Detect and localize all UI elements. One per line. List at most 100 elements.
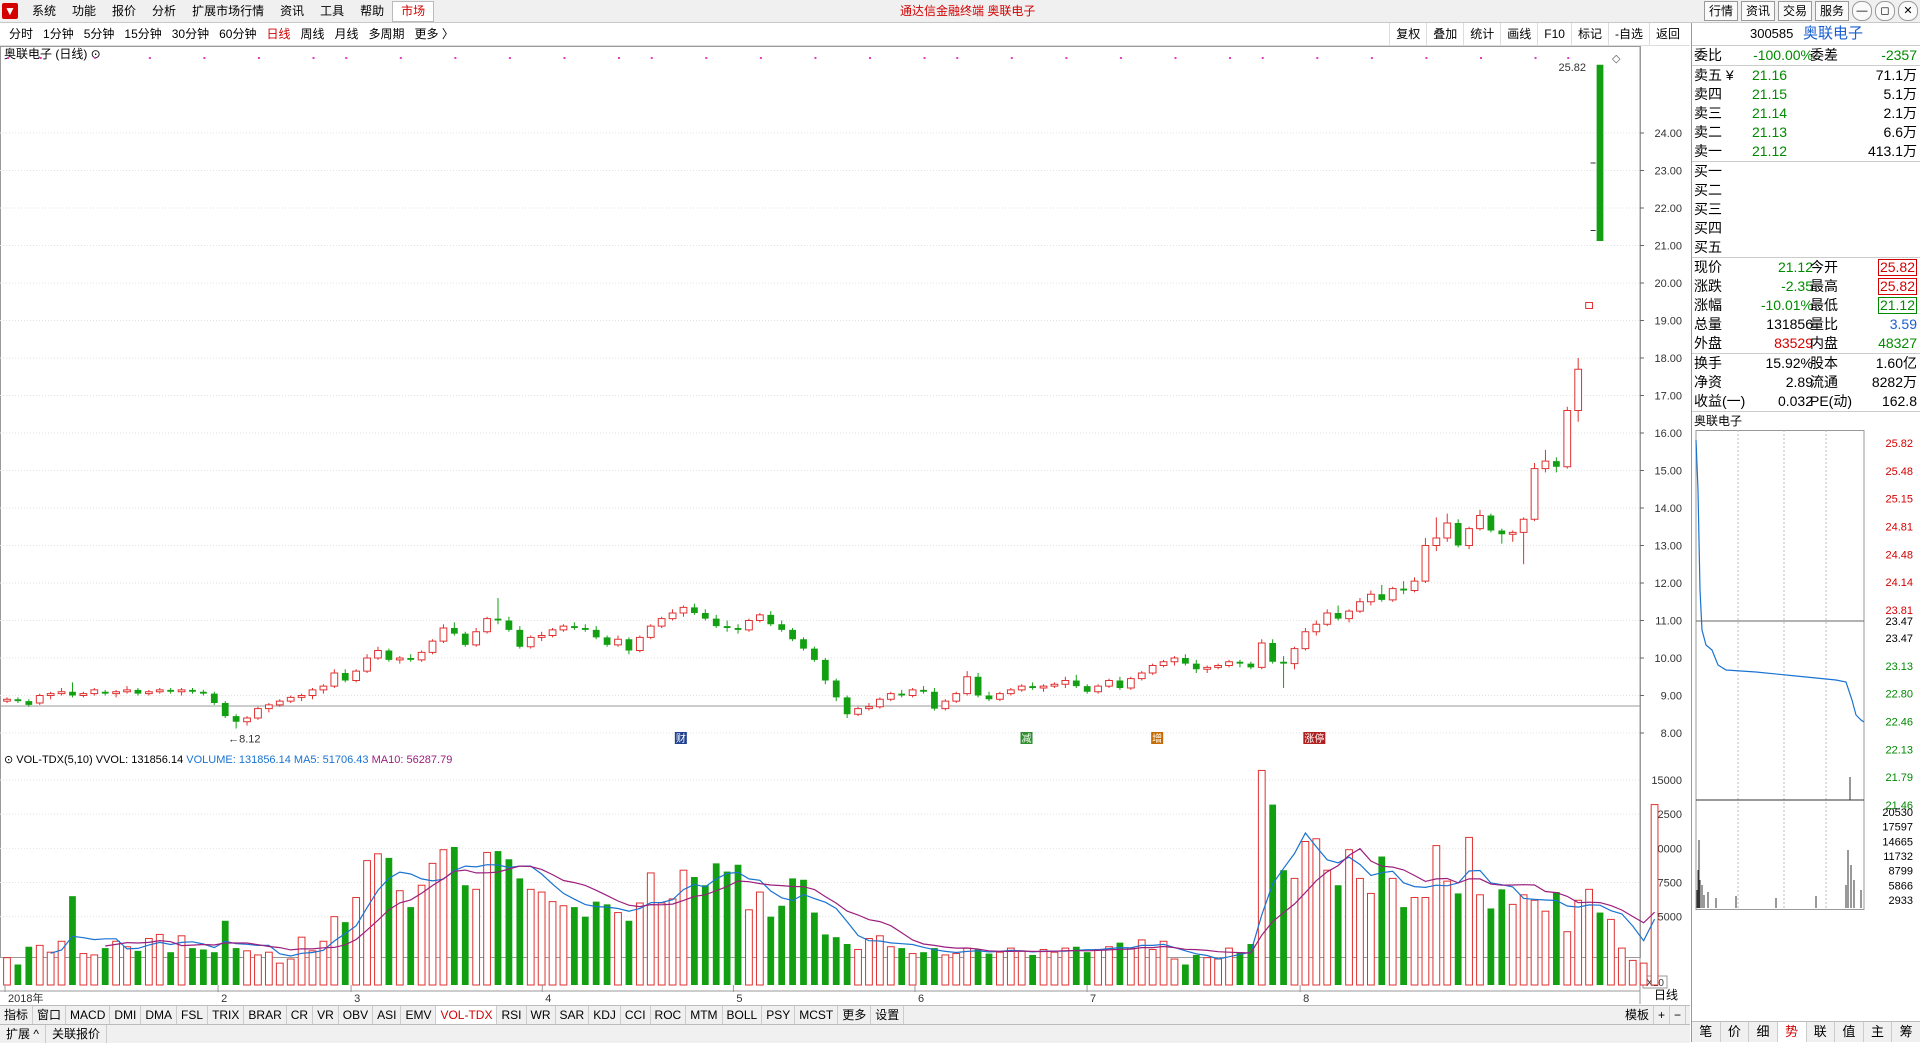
volume-bar[interactable]	[264, 951, 273, 986]
volume-bar[interactable]	[1182, 964, 1189, 986]
candle[interactable]	[1432, 517, 1441, 552]
candle[interactable]	[177, 688, 186, 696]
candle[interactable]	[439, 624, 448, 643]
volume-bar[interactable]	[308, 950, 317, 986]
quote-tab-5[interactable]: 值	[1835, 1022, 1864, 1042]
indicator-tab-1[interactable]: 窗口	[33, 1006, 67, 1024]
quote-tab-2[interactable]: 细	[1749, 1022, 1778, 1042]
volume-bar[interactable]	[1519, 894, 1528, 986]
volume-bar[interactable]	[1476, 894, 1484, 986]
menu-item-0[interactable]: 系统	[24, 0, 64, 22]
candle[interactable]	[974, 673, 982, 698]
volume-bar[interactable]	[1083, 952, 1091, 985]
volume-bar[interactable]	[1530, 899, 1539, 986]
indicator-control-1[interactable]: +	[1654, 1006, 1670, 1024]
volume-bar[interactable]	[843, 944, 851, 985]
volume-bar[interactable]	[1563, 931, 1572, 986]
volume-bar[interactable]	[1574, 899, 1583, 986]
candle[interactable]	[385, 648, 393, 662]
volume-bar[interactable]	[985, 953, 993, 985]
candle[interactable]	[548, 628, 557, 638]
period-tab-0[interactable]: 分时	[4, 23, 38, 45]
volume-bar[interactable]	[1378, 856, 1386, 985]
volume-bar[interactable]	[854, 948, 862, 986]
top-button-2[interactable]: 交易	[1777, 1, 1812, 21]
volume-bar[interactable]	[167, 952, 175, 985]
candle[interactable]	[472, 628, 481, 647]
market-tab[interactable]: 市场	[392, 1, 435, 22]
candle[interactable]	[1094, 684, 1102, 694]
volume-bar[interactable]	[417, 884, 426, 986]
candle[interactable]	[330, 669, 339, 688]
candle[interactable]	[1530, 463, 1539, 522]
volume-bar[interactable]	[908, 953, 917, 986]
candle[interactable]	[712, 614, 720, 628]
candle[interactable]	[90, 688, 99, 696]
candle[interactable]	[395, 656, 404, 664]
app-logo-icon[interactable]: ▼	[2, 3, 18, 19]
candle[interactable]	[1366, 590, 1375, 606]
ask-row[interactable]: 卖三 21.14 2.1万	[1692, 104, 1920, 123]
volume-bar[interactable]	[79, 953, 88, 986]
candle[interactable]	[1148, 663, 1157, 675]
volume-bar[interactable]	[679, 869, 688, 986]
candle[interactable]	[428, 639, 437, 655]
candle[interactable]	[505, 616, 513, 632]
volume-bar[interactable]	[1443, 880, 1452, 986]
bid-row[interactable]: 买一	[1692, 162, 1920, 181]
ask-row[interactable]: 卖五 ¥ 21.16 71.1万	[1692, 66, 1920, 85]
chart-tool-4[interactable]: F10	[1537, 23, 1571, 45]
candle[interactable]	[559, 624, 568, 632]
volume-bar[interactable]	[1628, 959, 1637, 986]
volume-bar[interactable]	[1094, 948, 1102, 986]
volume-bar[interactable]	[537, 891, 546, 986]
candle[interactable]	[319, 684, 328, 694]
volume-bar[interactable]	[1465, 836, 1473, 986]
volume-bar[interactable]	[1607, 918, 1615, 986]
candle[interactable]	[646, 624, 655, 640]
candle[interactable]	[1378, 584, 1386, 602]
candle[interactable]	[920, 686, 927, 694]
indicator-tab-4[interactable]: DMA	[141, 1006, 178, 1024]
candle[interactable]	[1574, 358, 1583, 422]
period-tab-3[interactable]: 15分钟	[119, 23, 166, 45]
candle[interactable]	[570, 622, 578, 630]
volume-bar[interactable]	[1290, 877, 1299, 986]
candle[interactable]	[450, 622, 458, 636]
period-tab-4[interactable]: 30分钟	[167, 23, 214, 45]
period-tab-2[interactable]: 5分钟	[79, 23, 120, 45]
volume-bar[interactable]	[297, 936, 306, 986]
quote-tab-0[interactable]: 笔	[1692, 1022, 1721, 1042]
volume-bar[interactable]	[723, 871, 731, 985]
period-tab-1[interactable]: 1分钟	[38, 23, 79, 45]
volume-bar[interactable]	[570, 907, 578, 985]
menu-item-4[interactable]: 扩展市场行情	[184, 0, 272, 22]
candle[interactable]	[1410, 577, 1419, 593]
volume-bar[interactable]	[996, 951, 1004, 986]
indicator-tab-22[interactable]: PSY	[762, 1006, 796, 1024]
menu-item-2[interactable]: 报价	[104, 0, 144, 22]
candle[interactable]	[1301, 628, 1310, 651]
candle[interactable]	[1465, 526, 1473, 550]
volume-bar[interactable]	[516, 878, 524, 985]
volume-bar[interactable]	[221, 920, 229, 985]
volume-bar[interactable]	[875, 935, 884, 986]
top-button-1[interactable]: 资讯	[1740, 1, 1775, 21]
indicator-control-2[interactable]: −	[1670, 1006, 1686, 1024]
candle[interactable]	[1006, 688, 1015, 696]
candle[interactable]	[1269, 639, 1277, 664]
candle[interactable]	[908, 688, 917, 698]
candle[interactable]	[1159, 659, 1168, 668]
quote-tab-6[interactable]: 主	[1864, 1022, 1893, 1042]
volume-bar[interactable]	[646, 872, 655, 986]
volume-bar[interactable]	[363, 860, 371, 986]
candle[interactable]	[1029, 682, 1037, 690]
volume-bar[interactable]	[1072, 946, 1080, 985]
candle[interactable]	[1170, 656, 1179, 666]
candle[interactable]	[1388, 586, 1397, 602]
bid-row[interactable]: 买三	[1692, 200, 1920, 219]
indicator-tab-13[interactable]: VOL-TDX	[436, 1006, 498, 1024]
indicator-control-0[interactable]: 模板	[1621, 1006, 1654, 1024]
indicator-tab-18[interactable]: CCI	[621, 1006, 651, 1024]
volume-bar[interactable]	[625, 920, 633, 985]
